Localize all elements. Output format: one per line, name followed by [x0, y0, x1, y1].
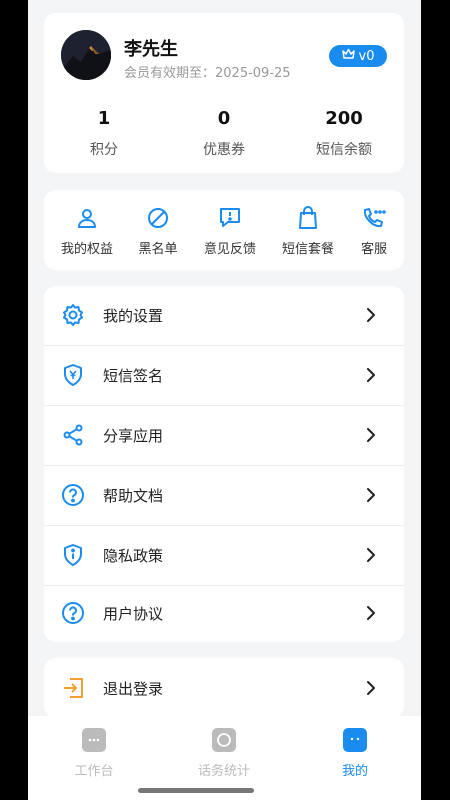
- phone-icon: [361, 206, 387, 230]
- chevron-right-icon: [366, 307, 376, 327]
- stat-value: 1: [97, 108, 111, 129]
- quick-action-benefits[interactable]: 我的权益: [61, 206, 113, 257]
- stat-label: 短信余额: [316, 142, 372, 158]
- menu-item-label: 我的设置: [103, 307, 164, 325]
- chevron-right-icon: [366, 427, 376, 447]
- quick-action-label: 我的权益: [61, 242, 114, 257]
- quick-action-sms-package[interactable]: 短信套餐: [282, 206, 334, 257]
- face-icon: [343, 728, 367, 752]
- logout-label: 退出登录: [103, 679, 164, 698]
- help-icon: [61, 601, 85, 625]
- home-indicator[interactable]: [138, 788, 254, 793]
- vip-level: v0: [358, 48, 375, 64]
- user-name: 李先生: [124, 39, 178, 60]
- person-icon: [61, 206, 113, 230]
- shield-yen-icon: [61, 363, 85, 387]
- chevron-right-icon: [366, 680, 376, 700]
- logout-button[interactable]: 退出登录: [44, 658, 404, 718]
- shopping-bag-icon: [282, 206, 334, 230]
- menu-item-help-docs[interactable]: 帮助文档: [44, 466, 404, 525]
- feedback-icon: [204, 206, 256, 230]
- tab-label: 我的: [341, 764, 368, 779]
- circle-icon: [212, 728, 236, 752]
- membership-expiry: 会员有效期至：2025-09-25: [124, 66, 291, 81]
- block-icon: [138, 206, 178, 230]
- menu-item-label: 隐私政策: [103, 547, 164, 565]
- stat-coupons[interactable]: 0 优惠券: [164, 107, 284, 159]
- menu-item-label: 帮助文档: [103, 487, 164, 505]
- menu-item-sms-signature[interactable]: 短信签名: [44, 346, 404, 405]
- chat-bubble-icon: [82, 728, 106, 752]
- chevron-right-icon: [366, 605, 376, 625]
- stat-value: 0: [217, 108, 231, 129]
- profile-card: 李先生 会员有效期至：2025-09-25 v0 1 积分 0 优惠券 200 …: [44, 13, 404, 173]
- stat-label: 优惠券: [203, 142, 245, 158]
- menu-item-user-agreement[interactable]: 用户协议: [44, 584, 404, 643]
- help-icon: [61, 483, 85, 507]
- app-screen: 李先生 会员有效期至：2025-09-25 v0 1 积分 0 优惠券 200 …: [28, 0, 421, 800]
- logout-icon: [61, 676, 85, 700]
- tab-label: 工作台: [74, 764, 114, 779]
- quick-action-label: 短信套餐: [282, 242, 335, 257]
- chevron-right-icon: [366, 367, 376, 387]
- menu-item-share-app[interactable]: 分享应用: [44, 406, 404, 465]
- quick-action-label: 客服: [361, 242, 388, 257]
- menu-item-label: 短信签名: [103, 367, 164, 385]
- avatar[interactable]: [61, 30, 111, 80]
- tab-mine[interactable]: 我的: [315, 728, 395, 779]
- stat-sms-balance[interactable]: 200 短信余额: [284, 107, 404, 159]
- quick-action-feedback[interactable]: 意见反馈: [204, 206, 256, 257]
- share-icon: [61, 423, 85, 447]
- tab-label: 话务统计: [197, 764, 250, 779]
- crown-icon: [341, 48, 355, 64]
- chevron-right-icon: [366, 487, 376, 507]
- menu-item-settings[interactable]: 我的设置: [44, 286, 404, 345]
- stat-value: 200: [325, 108, 363, 129]
- menu-item-label: 用户协议: [103, 605, 164, 623]
- vip-badge[interactable]: v0: [329, 45, 387, 67]
- chevron-right-icon: [366, 547, 376, 567]
- stat-points[interactable]: 1 积分: [44, 107, 164, 159]
- quick-action-label: 意见反馈: [204, 242, 257, 257]
- logout-card: 退出登录: [44, 658, 404, 718]
- quick-action-label: 黑名单: [138, 242, 178, 257]
- tab-workbench[interactable]: 工作台: [54, 728, 134, 779]
- info-shield-icon: [61, 543, 85, 567]
- menu-item-label: 分享应用: [103, 427, 164, 445]
- quick-action-customer-service[interactable]: 客服: [361, 206, 387, 257]
- gear-icon: [61, 303, 85, 327]
- menu-list-card: 我的设置 短信签名 分享应用 帮助文档 隐私政策 用户协议: [44, 286, 404, 642]
- stat-label: 积分: [90, 142, 118, 158]
- quick-action-blacklist[interactable]: 黑名单: [138, 206, 178, 257]
- tab-call-stats[interactable]: 话务统计: [184, 728, 264, 779]
- menu-item-privacy-policy[interactable]: 隐私政策: [44, 526, 404, 585]
- quick-actions-card: 我的权益 黑名单 意见反馈 短信套餐 客服: [44, 190, 404, 270]
- stats-row: 1 积分 0 优惠券 200 短信余额: [44, 107, 404, 159]
